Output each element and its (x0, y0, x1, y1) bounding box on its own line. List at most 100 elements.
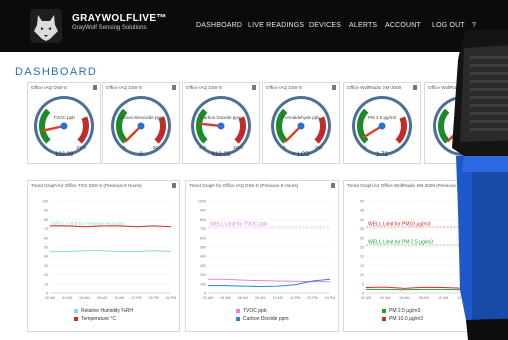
legend-item: Carbon Dioxide ppm (236, 316, 289, 322)
delete-icon[interactable] (331, 183, 335, 188)
page-title: DASHBOARD (15, 66, 98, 78)
trend-card-title: Trend Graph for Office IAQ DS0-S (Previo… (189, 183, 299, 188)
gauge-card-co: Office IAQ DS0-S Carbon Monoxide ppm 0 0… (102, 82, 180, 164)
gauge-max: 50 (153, 145, 159, 150)
brand-name[interactable]: GRAYWOLFLIVE™ (72, 13, 167, 24)
gauge-hub (137, 122, 145, 130)
gauge-max: 1000 (76, 145, 87, 150)
y-tick-label: 45 (360, 209, 364, 213)
nav-logout[interactable]: LOG OUT (432, 22, 465, 29)
x-tick-label: 02 AM (361, 296, 371, 300)
gauge-label: TVOC ppb (53, 115, 75, 120)
gauge-min: 400 (199, 145, 207, 150)
limit-annotation: WELL Limit for TVOC ppb (210, 222, 268, 228)
delete-icon[interactable] (172, 85, 176, 90)
x-tick-label: 04 AM (380, 296, 390, 300)
y-tick-label: 100 (42, 200, 48, 204)
y-tick-label: 35 (360, 227, 364, 231)
delete-icon[interactable] (172, 183, 176, 188)
trend-card-tgx: Trend Graph for Office TGX DS0-S (Previo… (27, 180, 180, 332)
y-tick-label: 800 (200, 218, 206, 222)
y-tick-label: 300 (200, 264, 206, 268)
x-tick-label: 02 AM (203, 296, 213, 300)
nav-dashboard[interactable]: DASHBOARD (196, 22, 242, 29)
y-tick-label: 600 (200, 236, 206, 240)
y-tick-label: 90 (44, 209, 48, 213)
legend-item: PM 10.0 µg/m3 (382, 316, 423, 322)
y-tick-label: 20 (360, 255, 364, 259)
x-tick-label: 04 AM (220, 296, 230, 300)
gauge-value: 610.05 (211, 152, 231, 158)
brand-tagline: GrayWolf Sensing Solutions (72, 25, 147, 31)
delete-icon[interactable] (93, 85, 97, 90)
gauge-min: 0 (364, 145, 367, 150)
legend-item: Temperature °C (74, 316, 116, 322)
y-tick-label: 200 (200, 273, 206, 277)
top-navbar: GRAYWOLFLIVE™ GrayWolf Sensing Solutions… (0, 0, 508, 52)
x-tick-label: 10 AM (273, 296, 283, 300)
gauge-hub (217, 122, 225, 130)
y-tick-label: 0 (46, 292, 48, 296)
series-line (208, 278, 331, 288)
y-tick-label: 10 (44, 282, 48, 286)
x-tick-label: 06 AM (79, 296, 89, 300)
x-tick-label: 02 PM (149, 296, 159, 300)
limit-annotation: WELL Limit for PM10 µg/m3 (368, 222, 431, 228)
nav-help[interactable]: ? (472, 22, 476, 29)
y-tick-label: 40 (360, 218, 364, 222)
x-tick-label: 08 AM (97, 296, 107, 300)
y-tick-label: 15 (360, 264, 364, 268)
trend-chart-iaq: 1000900800700600500400300200100002 AM 04 … (198, 200, 335, 301)
formaldehyde-gauge (271, 96, 331, 156)
gauge-card-title: Office IAQ DS0-S (31, 85, 67, 90)
gauge-label: Formaldehyde ppb (282, 115, 320, 120)
delete-icon[interactable] (332, 85, 336, 90)
gauge-label: PM 2.5 µg/m3 (367, 115, 397, 120)
gauge-card-tvoc: Office IAQ DS0-S TVOC ppb 122.09 0 1000 (27, 82, 101, 164)
y-tick-label: 900 (200, 209, 206, 213)
y-tick-label: 10 (360, 273, 364, 277)
x-tick-label: 06 AM (238, 296, 248, 300)
delete-icon[interactable] (413, 85, 417, 90)
gauge-card-title: Office WolfRadio XM-3000 (347, 85, 402, 90)
gauge-card-title: Office IAQ DS0-S (186, 85, 222, 90)
x-tick-label: 10 AM (114, 296, 124, 300)
gauge-card-title: Office IAQ DS0-S (106, 85, 142, 90)
y-tick-label: 1000 (198, 200, 206, 204)
gauge-hub (60, 122, 68, 130)
x-tick-label: 12 PM (131, 296, 141, 300)
legend-item: PM 2.5 µg/m3 (382, 308, 420, 314)
y-tick-label: 70 (44, 227, 48, 231)
handheld-sensor-device (452, 30, 508, 340)
trend-chart-tgx: 100908070605040302010002 AM 04 AM 06 AM 08 … (42, 200, 176, 301)
y-tick-label: 30 (44, 264, 48, 268)
nav-account[interactable]: ACCOUNT (385, 22, 421, 29)
x-tick-label: 12 PM (290, 296, 300, 300)
x-tick-label: 04 AM (62, 296, 72, 300)
nav-live-readings[interactable]: LIVE READINGS (248, 22, 304, 29)
co-gauge (111, 96, 171, 156)
nav-devices[interactable]: DEVICES (309, 22, 341, 29)
x-tick-label: 02 AM (45, 296, 55, 300)
delete-icon[interactable] (252, 85, 256, 90)
legend-item: Relative Humidity %RH (74, 308, 133, 314)
gauge-value: 1.72 (376, 152, 388, 158)
nav-alerts[interactable]: ALERTS (349, 22, 377, 29)
y-tick-label: 400 (200, 255, 206, 259)
legend-item: TVOC ppb (236, 308, 267, 314)
y-tick-label: 50 (360, 200, 364, 204)
gauge-value: < LOD (292, 152, 310, 158)
series-line (50, 250, 172, 253)
y-tick-label: 0 (204, 292, 206, 296)
x-tick-label: 08 AM (419, 296, 429, 300)
co2-gauge (191, 96, 251, 156)
gauge-label: Carbon Dioxide ppm (200, 115, 242, 120)
y-tick-label: 20 (44, 273, 48, 277)
x-tick-label: 02 PM (307, 296, 317, 300)
gauge-card-pm25: Office WolfRadio XM-3000 PM 2.5 µg/m3 1.… (343, 82, 421, 164)
gauge-min: 0 (44, 145, 47, 150)
wolf-logo-icon[interactable] (30, 9, 62, 43)
gauge-card-co2: Office IAQ DS0-S Carbon Dioxide ppm 610.… (182, 82, 260, 164)
y-tick-label: 60 (44, 236, 48, 240)
gauge-card-formaldehyde: Office IAQ DS0-S Formaldehyde ppb < LOD … (262, 82, 340, 164)
